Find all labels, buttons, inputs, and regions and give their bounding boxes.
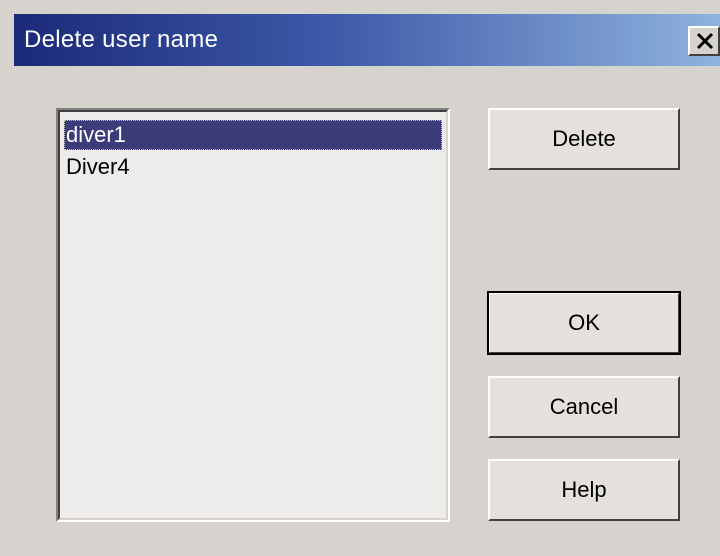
delete-user-dialog: Delete user name diver1 Diver4 Delete OK…: [0, 0, 720, 556]
cancel-button[interactable]: Cancel: [488, 376, 680, 438]
window-title: Delete user name: [24, 26, 219, 53]
list-item-diver1[interactable]: diver1: [64, 120, 442, 150]
ok-button[interactable]: OK: [487, 291, 681, 355]
list-item-diver4[interactable]: Diver4: [64, 152, 442, 182]
close-button[interactable]: [688, 26, 720, 56]
close-icon: [696, 32, 714, 50]
title-bar[interactable]: Delete user name: [14, 14, 720, 66]
help-button[interactable]: Help: [488, 459, 680, 521]
delete-button[interactable]: Delete: [488, 108, 680, 170]
listbox-frame: diver1 Diver4: [58, 110, 448, 520]
user-name-listbox[interactable]: diver1 Diver4: [56, 108, 450, 522]
